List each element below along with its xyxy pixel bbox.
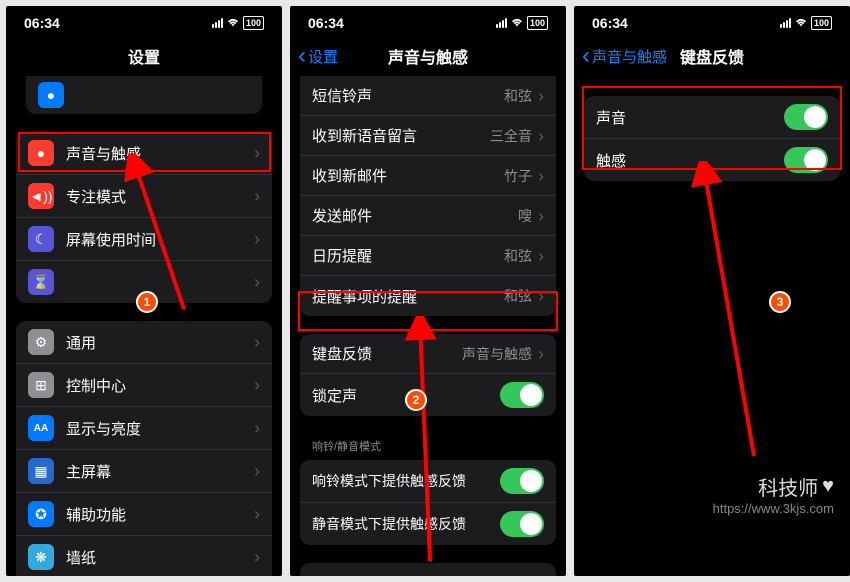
gear-icon: ⚙ — [28, 329, 54, 355]
signal-icon — [212, 18, 223, 28]
battery-icon: 100 — [811, 16, 832, 30]
flower-icon: ❋ — [28, 544, 54, 570]
settings-row-sound-haptics[interactable]: ◄)) 专注模式 › — [16, 175, 272, 218]
settings-row-peek[interactable]: ● — [26, 76, 262, 114]
row-voicemail[interactable]: 收到新语音留言三全音› — [300, 116, 556, 156]
settings-row-wallpaper[interactable]: ❋墙纸› — [16, 536, 272, 576]
heart-icon: ♥ — [822, 475, 834, 498]
status-time: 06:34 — [308, 15, 344, 31]
moon-icon: ☾ — [28, 226, 54, 252]
back-button[interactable]: 设置 — [290, 46, 338, 67]
notification-icon: ● — [28, 140, 54, 166]
settings-row-general[interactable]: ⚙通用› — [16, 321, 272, 364]
wifi-icon — [794, 18, 808, 28]
battery-icon: 100 — [527, 16, 548, 30]
watermark: 科技师 ♥ https://www.3kjs.com — [713, 472, 834, 516]
battery-icon: 100 — [243, 16, 264, 30]
status-time: 06:34 — [24, 15, 60, 31]
aa-icon: AA — [28, 415, 54, 441]
grid-icon: ▦ — [28, 458, 54, 484]
icon-peek: ● — [38, 82, 64, 108]
settings-row-display[interactable]: AA显示与亮度› — [16, 407, 272, 450]
row-lock-sound[interactable]: 锁定声 — [300, 374, 556, 416]
switches-icon: ⊞ — [28, 372, 54, 398]
page-title: 键盘反馈 — [680, 44, 744, 68]
row-silent-haptic[interactable]: 静音模式下提供触感反馈 — [300, 503, 556, 545]
chevron-right-icon: › — [254, 189, 260, 203]
row-text-tone[interactable]: 短信铃声和弦› — [300, 76, 556, 116]
accessibility-icon: ✪ — [28, 501, 54, 527]
screen-sounds: 06:34 100 设置 声音与触感 短信铃声和弦› 收到新语音留言三全音› 收… — [290, 6, 566, 576]
hourglass-icon: ⌛ — [28, 269, 54, 295]
row-sent-mail[interactable]: 发送邮件嗖› — [300, 196, 556, 236]
page-title: 声音与触感 — [388, 44, 468, 68]
silent-haptic-toggle[interactable] — [500, 511, 544, 537]
screen-keyboard-feedback: 06:34 100 声音与触感 键盘反馈 声音 触感 3 科技师 ♥ https… — [574, 6, 850, 576]
chevron-right-icon: › — [254, 232, 260, 246]
back-button[interactable]: 声音与触感 — [574, 46, 667, 67]
chevron-right-icon: › — [254, 146, 260, 160]
signal-icon — [780, 18, 791, 28]
wifi-icon — [226, 18, 240, 28]
status-bar: 06:34 100 — [290, 6, 566, 36]
wifi-icon — [510, 18, 524, 28]
status-bar: 06:34 100 — [6, 6, 282, 36]
row-keyboard-sound[interactable]: 声音 — [584, 96, 840, 139]
sound-icon: ◄)) — [28, 183, 54, 209]
row-reminders[interactable]: 提醒事项的提醒和弦› — [300, 276, 556, 316]
arrow-3 — [684, 161, 774, 461]
chevron-right-icon: › — [254, 275, 260, 289]
keyboard-sound-toggle[interactable] — [784, 104, 828, 130]
status-bar: 06:34 100 — [574, 6, 850, 36]
lock-sound-toggle[interactable] — [500, 382, 544, 408]
screen-settings: 06:34 100 设置 ● ● 声音与触感 › ◄)) — [6, 6, 282, 576]
signal-icon — [496, 18, 507, 28]
keyboard-haptic-toggle[interactable] — [784, 147, 828, 173]
annotation-badge-1: 1 — [136, 291, 158, 313]
page-title: 设置 — [128, 44, 160, 68]
settings-row-accessibility[interactable]: ✪辅助功能› — [16, 493, 272, 536]
bell-icon: 🔔 — [312, 575, 328, 577]
status-time: 06:34 — [592, 15, 628, 31]
settings-row-focus[interactable]: ☾ 屏幕使用时间 › — [16, 218, 272, 261]
annotation-badge-2: 2 — [405, 389, 427, 411]
row-keyboard-haptic[interactable]: 触感 — [584, 139, 840, 181]
row-new-mail[interactable]: 收到新邮件竹子› — [300, 156, 556, 196]
settings-row-control-center[interactable]: ⊞控制中心› — [16, 364, 272, 407]
row-keyboard-feedback[interactable]: 键盘反馈声音与触感› — [300, 334, 556, 374]
section-header-ring: 响铃/静音模式 — [300, 434, 556, 460]
ring-haptic-toggle[interactable] — [500, 468, 544, 494]
row-calendar[interactable]: 日历提醒和弦› — [300, 236, 556, 276]
annotation-badge-3: 3 — [769, 291, 791, 313]
settings-row-notifications[interactable]: ● 声音与触感 › — [16, 132, 272, 175]
desc-ring-mode: 🔔响铃模式 响铃模式下，你会听到铃声和提醒。 — [300, 563, 556, 576]
row-ring-haptic[interactable]: 响铃模式下提供触感反馈 — [300, 460, 556, 503]
settings-row-homescreen[interactable]: ▦主屏幕› — [16, 450, 272, 493]
